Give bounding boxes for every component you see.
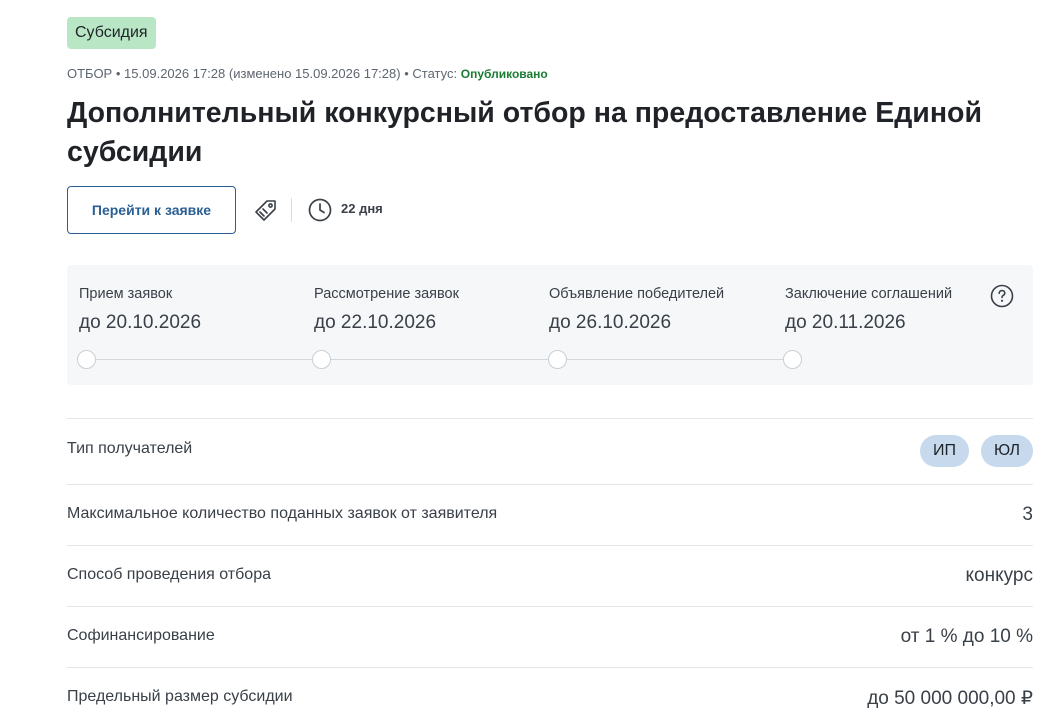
row-cofinancing: Софинансирование от 1 % до 10 % bbox=[67, 606, 1033, 667]
created-date: 15.09.2026 17:28 bbox=[124, 66, 226, 81]
category-badge: Субсидия bbox=[67, 17, 156, 49]
tag-icon[interactable] bbox=[250, 195, 280, 225]
meta-line: ОТБОР • 15.09.2026 17:28 (изменено 15.09… bbox=[67, 66, 548, 81]
row-label: Тип получателей bbox=[67, 440, 193, 457]
meta-separator: • bbox=[404, 66, 409, 81]
row-value: 3 bbox=[1022, 504, 1033, 525]
chip-ul: ЮЛ bbox=[981, 435, 1033, 467]
stages-timeline: Прием заявок до 20.10.2026 Рассмотрение … bbox=[67, 265, 1033, 385]
timeline-dot bbox=[548, 350, 567, 369]
stage-date: до 20.11.2026 bbox=[785, 312, 906, 333]
stage-label: Прием заявок bbox=[79, 286, 173, 302]
status-label: Статус: bbox=[412, 66, 458, 81]
subsidy-selection-page: Субсидия ОТБОР • 15.09.2026 17:28 (измен… bbox=[0, 0, 1055, 728]
status-value: Опубликовано bbox=[460, 67, 548, 81]
stage-winners-announcement: Объявление победителей до 26.10.2026 bbox=[549, 286, 724, 334]
row-value: конкурс bbox=[965, 565, 1033, 586]
action-divider bbox=[291, 198, 292, 222]
stage-label: Заключение соглашений bbox=[785, 286, 953, 302]
selection-type: ОТБОР bbox=[67, 66, 113, 81]
stage-date: до 20.10.2026 bbox=[79, 312, 202, 333]
row-label: Способ проведения отбора bbox=[67, 566, 271, 583]
row-recipient-type: Тип получателей ИП ЮЛ bbox=[67, 418, 1033, 484]
meta-separator: • bbox=[115, 66, 121, 81]
stage-date: до 26.10.2026 bbox=[549, 312, 672, 333]
stage-date: до 22.10.2026 bbox=[314, 312, 437, 333]
row-selection-method: Способ проведения отбора конкурс bbox=[67, 545, 1033, 606]
row-max-applications: Максимальное количество поданных заявок … bbox=[67, 484, 1033, 545]
row-value: до 50 000 000,00 ₽ bbox=[867, 688, 1033, 709]
stage-label: Рассмотрение заявок bbox=[314, 286, 459, 302]
timeline-dot bbox=[77, 350, 96, 369]
timeline-line bbox=[87, 359, 793, 360]
modified-date: (изменено 15.09.2026 17:28) bbox=[228, 66, 401, 81]
stage-agreements-signing: Заключение соглашений до 20.11.2026 bbox=[785, 286, 952, 334]
recipient-chips: ИП ЮЛ bbox=[920, 435, 1033, 467]
days-remaining: 22 дня bbox=[341, 201, 383, 216]
timeline-dot bbox=[783, 350, 802, 369]
row-value: от 1 % до 10 % bbox=[900, 626, 1033, 647]
chip-ip: ИП bbox=[920, 435, 970, 467]
stage-application-intake: Прием заявок до 20.10.2026 bbox=[79, 286, 201, 334]
row-label: Максимальное количество поданных заявок … bbox=[67, 505, 498, 522]
stage-application-review: Рассмотрение заявок до 22.10.2026 bbox=[314, 286, 459, 334]
row-subsidy-limit: Предельный размер субсидии до 50 000 000… bbox=[67, 667, 1033, 728]
row-label: Софинансирование bbox=[67, 627, 215, 644]
timeline-dot bbox=[312, 350, 331, 369]
stage-label: Объявление победителей bbox=[549, 286, 725, 302]
clock-icon bbox=[308, 198, 332, 222]
row-label: Предельный размер субсидии bbox=[67, 688, 293, 705]
help-icon[interactable] bbox=[990, 284, 1014, 308]
go-to-application-button[interactable]: Перейти к заявке bbox=[67, 186, 236, 234]
page-title: Дополнительный конкурсный отбор на предо… bbox=[67, 97, 982, 168]
